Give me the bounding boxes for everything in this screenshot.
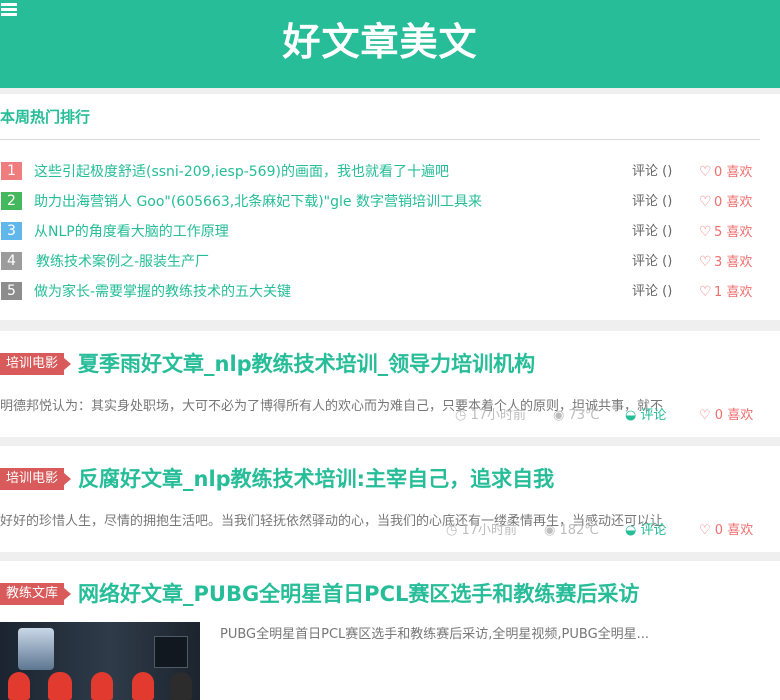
article-excerpt: 明德邦悦认为：其实身处职场，大可不必为了博得所有人的欢心而为难自己，只要本着个人… — [0, 399, 664, 414]
category-tag[interactable]: 培训电影 — [0, 353, 72, 375]
heart-icon: ♡ — [699, 194, 712, 210]
heart-icon: ♡ — [699, 523, 711, 538]
eye-icon: ◉ — [553, 408, 565, 423]
article-summary: PUBG全明星首日PCL赛区选手和教练赛后采访,全明星视频,PUBG全明星... — [220, 627, 650, 642]
category-tag[interactable]: 教练文库 — [0, 583, 72, 605]
comments-link[interactable]: ◒ 评论 — [625, 522, 667, 540]
clock-icon: ◷ — [455, 408, 467, 423]
player-icon — [8, 672, 30, 700]
comment-icon: ◒ — [625, 408, 637, 423]
article-card: 培训电影 夏季雨好文章_nlp教练技术培训_领导力培训机构 明德邦悦认为：其实身… — [0, 331, 780, 437]
article-card: 培训电影 反腐好文章_nlp教练技术培训:主宰自己，追求自我 好好的珍惜人生，尽… — [0, 446, 780, 552]
like-count: 3 喜欢 — [714, 255, 753, 270]
heart-icon: ♡ — [699, 408, 711, 423]
heart-icon: ♡ — [699, 254, 712, 270]
nations-cup-banner-icon — [18, 628, 54, 670]
weekly-ranking-panel: 本周热门排行 1 这些引起极度舒适(ssni-209,iesp-569)的画面，… — [0, 94, 780, 320]
ranking-article-link[interactable]: 做为家长-需要掌握的教练技术的五大关键 — [34, 281, 291, 303]
like-button[interactable]: ♡ 0 喜欢 — [699, 407, 753, 425]
weekly-ranking-title: 本周热门排行 — [0, 108, 91, 126]
ranking-article-link[interactable]: 教练技术案例之-服装生产厂 — [36, 251, 209, 273]
ranking-divider — [0, 139, 760, 140]
article-title-link[interactable]: 反腐好文章_nlp教练技术培训:主宰自己，追求自我 — [78, 464, 554, 494]
rank-number: 5 — [1, 282, 22, 300]
player-icon — [48, 672, 72, 700]
like-count: 5 喜欢 — [714, 225, 753, 240]
like-count: 0 喜欢 — [714, 195, 753, 210]
article-title-link[interactable]: 网络好文章_PUBG全明星首日PCL赛区选手和教练赛后采访 — [78, 579, 639, 609]
heart-icon: ♡ — [699, 164, 712, 180]
publish-time: ◷ 17小时前 — [446, 523, 518, 538]
comment-icon: ◒ — [625, 523, 637, 538]
ranking-item[interactable]: 2 助力出海营销人 Goo"(605663,北条麻妃下载)"gle 数字营销培训… — [0, 191, 780, 213]
view-count: ◉ 182℃ — [544, 523, 599, 538]
comments-link[interactable]: 评论 () — [632, 281, 672, 303]
ranking-item[interactable]: 3 从NLP的角度看大脑的工作原理 评论 () ♡ 5 喜欢 — [0, 221, 780, 243]
player-icon — [132, 672, 154, 700]
ranking-item[interactable]: 5 做为家长-需要掌握的教练技术的五大关键 评论 () ♡ 1 喜欢 — [0, 281, 780, 303]
ranking-item[interactable]: 4 教练技术案例之-服装生产厂 评论 () ♡ 3 喜欢 — [0, 251, 780, 273]
player-icon — [170, 672, 192, 700]
like-count: 0 喜欢 — [714, 165, 753, 180]
like-button[interactable]: ♡ 0 喜欢 — [699, 522, 753, 540]
like-count: 1 喜欢 — [714, 285, 753, 300]
comments-link[interactable]: 评论 () — [632, 251, 672, 273]
like-button[interactable]: ♡ 0 喜欢 — [699, 161, 752, 184]
site-header: 好文章美文 — [0, 0, 780, 88]
list-icon[interactable] — [1, 3, 17, 17]
comments-link[interactable]: 评论 () — [632, 191, 672, 213]
like-button[interactable]: ♡ 1 喜欢 — [699, 281, 752, 304]
publish-time: ◷ 17小时前 — [455, 408, 527, 423]
clock-icon: ◷ — [446, 523, 458, 538]
view-count: ◉ 73℃ — [553, 408, 600, 423]
ranking-item[interactable]: 1 这些引起极度舒适(ssni-209,iesp-569)的画面，我也就看了十遍… — [0, 161, 780, 183]
like-button[interactable]: ♡ 5 喜欢 — [699, 221, 752, 244]
article-title-link[interactable]: 夏季雨好文章_nlp教练技术培训_领导力培训机构 — [78, 349, 535, 379]
comments-link[interactable]: 评论 () — [632, 221, 672, 243]
ranking-article-link[interactable]: 这些引起极度舒适(ssni-209,iesp-569)的画面，我也就看了十遍吧 — [34, 161, 449, 183]
rank-number: 4 — [1, 252, 22, 270]
article-excerpt: 好好的珍惜人生，尽情的拥抱生活吧。当我们轻抚依然驿动的心，当我们的心底还有一缕柔… — [0, 514, 664, 529]
ranking-article-link[interactable]: 从NLP的角度看大脑的工作原理 — [34, 221, 229, 243]
player-icon — [91, 672, 113, 700]
heart-icon: ♡ — [699, 284, 712, 300]
rank-number: 2 — [1, 192, 22, 210]
article-thumbnail[interactable] — [0, 622, 200, 700]
comments-link[interactable]: 评论 () — [632, 161, 672, 183]
heart-icon: ♡ — [699, 224, 712, 240]
like-button[interactable]: ♡ 0 喜欢 — [699, 191, 752, 214]
screen-icon — [154, 636, 188, 668]
site-title[interactable]: 好文章美文 — [0, 18, 760, 66]
rank-number: 3 — [1, 222, 22, 240]
rank-number: 1 — [1, 162, 22, 180]
category-tag[interactable]: 培训电影 — [0, 468, 72, 490]
ranking-article-link[interactable]: 助力出海营销人 Goo"(605663,北条麻妃下载)"gle 数字营销培训工具… — [34, 191, 482, 213]
like-button[interactable]: ♡ 3 喜欢 — [699, 251, 752, 274]
comments-link[interactable]: ◒ 评论 — [625, 407, 667, 425]
eye-icon: ◉ — [544, 523, 556, 538]
